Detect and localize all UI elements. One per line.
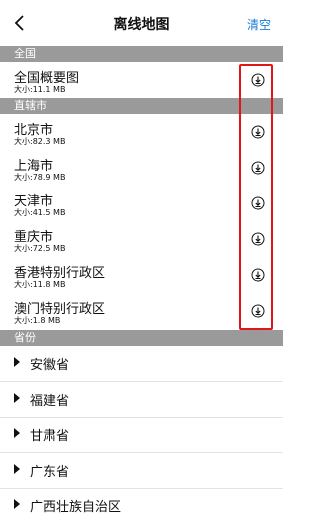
province-name: 福建省 bbox=[30, 393, 70, 409]
map-item-size: 大小:41.5 MB bbox=[14, 208, 66, 218]
caret-right-icon bbox=[14, 428, 20, 438]
province-name: 安徽省 bbox=[30, 358, 70, 373]
section-header-provinces: 省份 bbox=[0, 330, 283, 346]
caret-right-icon bbox=[14, 463, 20, 474]
caret-right-icon bbox=[14, 357, 20, 367]
province-name: 广西壮族自治区 bbox=[30, 500, 122, 515]
caret-right-icon bbox=[14, 392, 20, 403]
download-column-highlight bbox=[239, 64, 273, 330]
map-item-size: 大小:1.8 MB bbox=[14, 315, 61, 325]
map-item-size: 大小:72.5 MB bbox=[14, 244, 66, 254]
page-title: 离线地图 bbox=[113, 17, 170, 33]
province-item[interactable]: 安徽省 bbox=[0, 346, 283, 380]
map-item-size: 大小:78.9 MB bbox=[14, 172, 66, 182]
clear-button[interactable]: 清空 bbox=[247, 16, 271, 33]
map-item-size: 大小:11.1 MB bbox=[14, 85, 66, 94]
province-item[interactable]: 福建省 bbox=[0, 382, 283, 416]
map-item-size: 大小:82.3 MB bbox=[14, 137, 66, 146]
map-item-size: 大小:11.8 MB bbox=[14, 279, 66, 289]
province-item[interactable]: 广东省 bbox=[0, 453, 283, 487]
province-name: 广东省 bbox=[30, 464, 70, 480]
province-item[interactable]: 广西壮族自治区 bbox=[0, 488, 283, 522]
province-item[interactable]: 甘肃省 bbox=[0, 417, 283, 451]
province-name: 甘肃省 bbox=[30, 429, 70, 444]
caret-right-icon bbox=[14, 499, 20, 509]
nav-bar: 离线地图 清空 bbox=[0, 0, 283, 46]
section-header-national: 全国 bbox=[0, 46, 283, 62]
